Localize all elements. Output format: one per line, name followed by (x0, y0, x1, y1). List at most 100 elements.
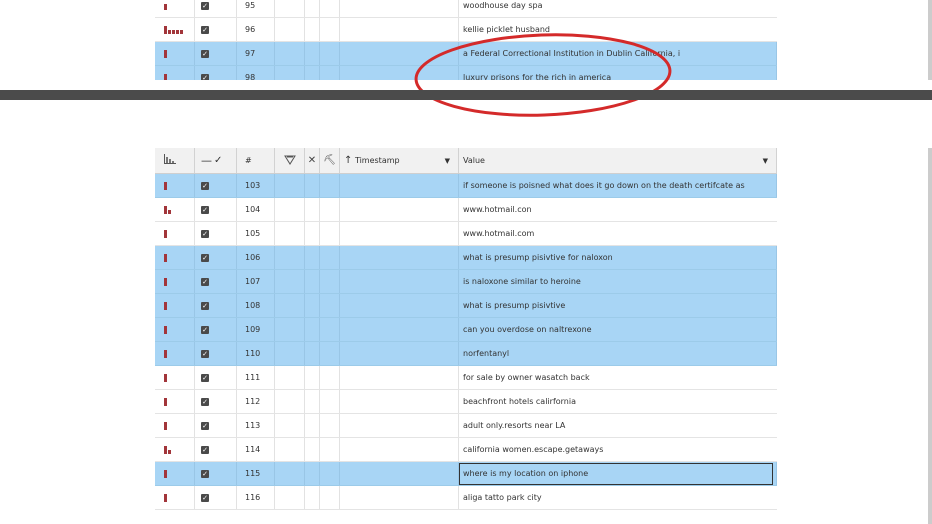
row-close-cell (305, 390, 320, 413)
signal-bars (155, 486, 195, 509)
header-signal-col[interactable] (155, 148, 195, 173)
row-checkbox-cell[interactable]: ✓ (195, 66, 237, 80)
header-value-col[interactable]: Value ▼ (459, 148, 777, 173)
row-checkbox-cell[interactable]: ✓ (195, 318, 237, 341)
row-checkbox-cell[interactable]: ✓ (195, 18, 237, 41)
checkbox-checked[interactable]: ✓ (201, 1, 209, 10)
row-close-cell (305, 486, 320, 509)
row-pick-cell (320, 0, 340, 17)
table-row[interactable]: ✓ 109 can you overdose on naltrexone (155, 318, 777, 342)
row-checkbox-cell[interactable]: ✓ (195, 342, 237, 365)
table-row[interactable]: ✓ 105 www.hotmail.com (155, 222, 777, 246)
checkbox-checked[interactable]: ✓ (201, 373, 209, 382)
checkbox-checked[interactable]: ✓ (201, 205, 209, 214)
header-close-col[interactable]: ✕ (305, 148, 320, 173)
checkbox-checked[interactable]: ✓ (201, 25, 209, 34)
row-shield-cell (275, 318, 305, 341)
checkbox-checked[interactable]: ✓ (201, 421, 209, 430)
table-row[interactable]: ✓ 114 california women.escape.getaways (155, 438, 777, 462)
signal-bar (164, 230, 167, 238)
row-checkbox-cell[interactable]: ✓ (195, 270, 237, 293)
table-row[interactable]: ✓ 111 for sale by owner wasatch back (155, 366, 777, 390)
chevron-down-icon[interactable]: ▼ (445, 157, 450, 165)
row-pick-cell (320, 18, 340, 41)
row-pick-cell (320, 294, 340, 317)
checkbox-checked[interactable]: ✓ (201, 181, 209, 190)
row-timestamp (340, 174, 459, 197)
header-num-label: # (245, 156, 252, 165)
row-number: 104 (237, 198, 275, 221)
signal-bars (155, 414, 195, 437)
signal-bars (155, 246, 195, 269)
row-timestamp (340, 414, 459, 437)
row-close-cell (305, 0, 320, 17)
checkbox-checked[interactable]: ✓ (201, 49, 209, 58)
signal-bars (155, 366, 195, 389)
table-row[interactable]: ✓ 106 what is presump pisivtive for naloxo… (155, 246, 777, 270)
signal-bars (155, 18, 195, 41)
table-row[interactable]: ✓ 103 if someone is poisned what does it g… (155, 174, 777, 198)
row-checkbox-cell[interactable]: ✓ (195, 42, 237, 65)
check-icon[interactable]: ✓ (214, 155, 222, 166)
chevron-down-icon[interactable]: ▼ (763, 157, 768, 165)
table-row[interactable]: ✓ 112 beachfront hotels calirfornia (155, 390, 777, 414)
table-row[interactable]: ✓ 110 norfentanyl (155, 342, 777, 366)
row-checkbox-cell[interactable]: ✓ (195, 486, 237, 509)
table-row[interactable]: ✓ 113 adult only.resorts near LA (155, 414, 777, 438)
checkbox-checked[interactable]: ✓ (201, 445, 209, 454)
signal-bar (164, 74, 167, 80)
row-checkbox-cell[interactable]: ✓ (195, 462, 237, 485)
row-checkbox-cell[interactable]: ✓ (195, 414, 237, 437)
checkbox-checked[interactable]: ✓ (201, 301, 209, 310)
checkbox-checked[interactable]: ✓ (201, 325, 209, 334)
checkbox-checked[interactable]: ✓ (201, 493, 209, 502)
table-row[interactable]: ✓ 108 what is presump pisivtive (155, 294, 777, 318)
row-checkbox-cell[interactable]: ✓ (195, 294, 237, 317)
row-shield-cell (275, 390, 305, 413)
checkbox-checked[interactable]: ✓ (201, 73, 209, 80)
row-checkbox-cell[interactable]: ✓ (195, 438, 237, 461)
bottom-scrollbar[interactable] (928, 148, 932, 524)
signal-bars (155, 318, 195, 341)
header-timestamp-col[interactable]: ↑ Timestamp ▼ (340, 148, 459, 173)
table-row[interactable]: ✓ 107 is naloxone similar to heroine (155, 270, 777, 294)
header-shield-col[interactable] (275, 148, 305, 173)
row-close-cell (305, 270, 320, 293)
row-checkbox-cell[interactable]: ✓ (195, 246, 237, 269)
row-close-cell (305, 462, 320, 485)
row-shield-cell (275, 0, 305, 17)
table-row[interactable]: ✓ 116 aliga tatto park city (155, 486, 777, 510)
checkbox-checked[interactable]: ✓ (201, 397, 209, 406)
header-num-col[interactable]: # (237, 148, 275, 173)
row-checkbox-cell[interactable]: ✓ (195, 390, 237, 413)
row-shield-cell (275, 342, 305, 365)
row-close-cell (305, 342, 320, 365)
row-checkbox-cell[interactable]: ✓ (195, 198, 237, 221)
annotation-circle (414, 33, 672, 117)
header-check-col[interactable]: — ✓ (195, 148, 237, 173)
row-checkbox-cell[interactable]: ✓ (195, 222, 237, 245)
table-row[interactable]: ✓ 95 woodhouse day spa (155, 0, 777, 18)
row-timestamp (340, 342, 459, 365)
signal-bar (164, 374, 167, 382)
top-scrollbar[interactable] (928, 0, 932, 80)
row-number: 108 (237, 294, 275, 317)
row-checkbox-cell[interactable]: ✓ (195, 0, 237, 17)
checkbox-checked[interactable]: ✓ (201, 349, 209, 358)
row-checkbox-cell[interactable]: ✓ (195, 174, 237, 197)
table-row[interactable]: ✓ 104 www.hotmail.con (155, 198, 777, 222)
checkbox-checked[interactable]: ✓ (201, 469, 209, 478)
row-value: what is presump pisivtive for naloxon (459, 246, 777, 269)
row-checkbox-cell[interactable]: ✓ (195, 366, 237, 389)
header-pick-col[interactable]: ⛏ (320, 148, 340, 173)
checkbox-checked[interactable]: ✓ (201, 229, 209, 238)
signal-bar (164, 446, 167, 454)
signal-bar (164, 494, 167, 502)
checkbox-checked[interactable]: ✓ (201, 253, 209, 262)
dash-icon[interactable]: — (201, 154, 212, 167)
checkbox-checked[interactable]: ✓ (201, 277, 209, 286)
signal-bar (164, 302, 167, 310)
table-header: — ✓ # ✕ ⛏ ↑ Timestamp ▼ Value ▼ (155, 148, 777, 174)
sort-up-icon: ↑ (344, 155, 353, 166)
row-pick-cell (320, 66, 340, 80)
